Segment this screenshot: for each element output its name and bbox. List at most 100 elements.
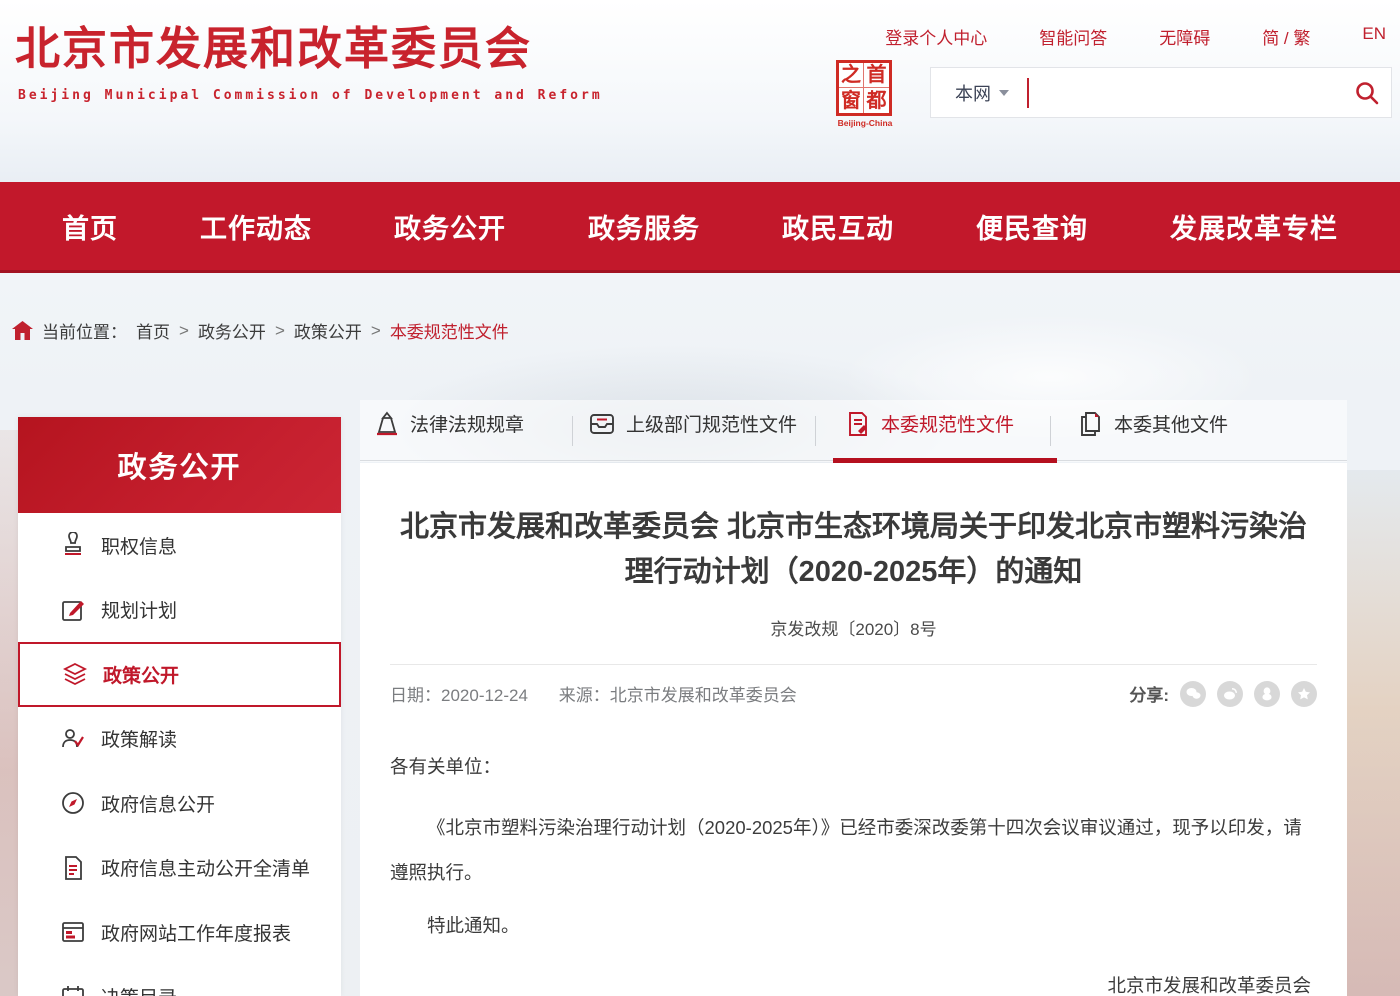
beijing-china-seal-logo: 之 首 窗 都 Beijing-China <box>836 60 894 128</box>
documents-copy-icon <box>1078 411 1104 437</box>
article-date: 日期：2020-12-24 <box>390 686 528 705</box>
background-right-image <box>1344 470 1400 996</box>
document-pen-icon <box>845 411 871 437</box>
share-qq-icon[interactable] <box>1254 681 1280 707</box>
search-bar: 本网 <box>930 67 1392 118</box>
search-input[interactable] <box>1029 73 1343 113</box>
sidebar-item-label: 政策解读 <box>101 725 177 752</box>
tab-laws-regulations[interactable]: 法律法规规章 <box>374 410 524 437</box>
article-title: 北京市发展和改革委员会 北京市生态环境局关于印发北京市塑料污染治理行动计划（20… <box>399 505 1309 595</box>
sidebar-item-label: 政府信息公开 <box>101 790 215 817</box>
article-paragraph: 特此通知。 <box>390 912 1317 938</box>
breadcrumb-separator: > <box>371 321 381 341</box>
search-scope-dropdown[interactable]: 本网 <box>931 80 1027 106</box>
report-icon <box>60 919 86 945</box>
article-paragraph: 《北京市塑料污染治理行动计划（2020-2025年）》已经市委深改委第十四次会议… <box>390 805 1317 896</box>
sidebar-item-label: 政策公开 <box>103 661 179 688</box>
smart-qa-link[interactable]: 智能问答 <box>1039 24 1107 49</box>
article-source: 来源：北京市发展和改革委员会 <box>559 686 797 705</box>
sidebar-item-label: 政府信息主动公开全清单 <box>101 854 310 881</box>
share-wechat-icon[interactable] <box>1180 681 1206 707</box>
simplified-traditional-link[interactable]: 简 / 繁 <box>1262 24 1310 49</box>
person-check-icon <box>60 726 86 752</box>
home-icon <box>12 321 33 340</box>
article-signature: 北京市发展和改革委员会 <box>390 972 1317 996</box>
site-logo-title: 北京市发展和改革委员会 <box>15 12 532 77</box>
seal-char: 窗 <box>839 88 864 113</box>
breadcrumb-label: 当前位置： <box>42 318 127 343</box>
document-icon <box>60 855 86 881</box>
sidebar-item-policy-open[interactable]: 政策公开 <box>18 642 341 707</box>
share-weibo-icon[interactable] <box>1217 681 1243 707</box>
tab-superior-normative-docs[interactable]: 上级部门规范性文件 <box>588 410 797 437</box>
seal-char: 首 <box>864 63 889 88</box>
tab-label: 本委规范性文件 <box>881 410 1014 437</box>
sidebar-item-website-annual-report[interactable]: 政府网站工作年度报表 <box>18 900 341 965</box>
main-content: 法律法规规章 上级部门规范性文件 本委规范性文件 <box>360 400 1347 996</box>
sidebar-item-label: 决策目录 <box>101 983 177 996</box>
sidebar-item-decision-directory[interactable]: 决策目录 <box>18 965 341 996</box>
sidebar-item-label: 职权信息 <box>101 532 177 559</box>
top-utility-links: 登录个人中心 智能问答 无障碍 简 / 繁 EN <box>885 24 1386 49</box>
sidebar-item-gov-info-disclosure[interactable]: 政府信息公开 <box>18 771 341 836</box>
tab-divider <box>1050 416 1051 446</box>
share-favorite-icon[interactable] <box>1291 681 1317 707</box>
sidebar-item-policy-interpretation[interactable]: 政策解读 <box>18 707 341 772</box>
article-panel: 北京市发展和改革委员会 北京市生态环境局关于印发北京市塑料污染治理行动计划（20… <box>360 463 1347 996</box>
breadcrumb-separator: > <box>275 321 285 341</box>
seal-char: 都 <box>864 88 889 113</box>
nav-item-work-news[interactable]: 工作动态 <box>200 207 312 246</box>
nav-item-government-affairs[interactable]: 政务公开 <box>394 207 506 246</box>
english-link[interactable]: EN <box>1362 24 1386 49</box>
tab-label: 本委其他文件 <box>1114 410 1228 437</box>
tab-commission-other-docs[interactable]: 本委其他文件 <box>1078 410 1228 437</box>
compass-icon <box>60 790 86 816</box>
tab-label: 上级部门规范性文件 <box>626 410 797 437</box>
meta-divider <box>390 664 1317 665</box>
document-type-tabs: 法律法规规章 上级部门规范性文件 本委规范性文件 <box>360 400 1347 462</box>
nav-item-government-services[interactable]: 政务服务 <box>588 207 700 246</box>
tab-label: 法律法规规章 <box>410 410 524 437</box>
nav-item-convenient-inquiry[interactable]: 便民查询 <box>976 207 1088 246</box>
nav-item-home[interactable]: 首页 <box>62 207 118 246</box>
seal-caption: Beijing-China <box>836 118 894 128</box>
sidebar-item-planning[interactable]: 规划计划 <box>18 578 341 643</box>
sidebar-title: 政务公开 <box>18 417 341 513</box>
breadcrumb-separator: > <box>179 321 189 341</box>
accessibility-link[interactable]: 无障碍 <box>1159 24 1210 49</box>
inbox-icon <box>588 411 616 437</box>
site-header: 北京市发展和改革委员会 Beijing Municipal Commission… <box>0 0 1400 182</box>
breadcrumb-home[interactable]: 首页 <box>136 318 170 343</box>
sidebar-item-authority-info[interactable]: 职权信息 <box>18 513 341 578</box>
sidebar: 政务公开 职权信息 规划计划 政策公开 <box>18 417 341 996</box>
main-navigation: 首页 工作动态 政务公开 政务服务 政民互动 便民查询 发展改革专栏 <box>0 182 1400 273</box>
sidebar-item-label: 规划计划 <box>101 596 177 623</box>
chevron-down-icon <box>999 90 1009 96</box>
sidebar-item-proactive-disclosure-list[interactable]: 政府信息主动公开全清单 <box>18 836 341 901</box>
document-number: 京发改规〔2020〕8号 <box>360 615 1347 640</box>
seal-icon: 之 首 窗 都 <box>836 60 892 116</box>
seal-char: 之 <box>839 63 864 88</box>
article-salutation: 各有关单位： <box>390 753 1317 779</box>
article-meta: 日期：2020-12-24 来源：北京市发展和改革委员会 <box>390 681 797 706</box>
login-personal-center-link[interactable]: 登录个人中心 <box>885 24 987 49</box>
breadcrumb-gov-affairs[interactable]: 政务公开 <box>198 318 266 343</box>
edit-icon <box>60 597 86 623</box>
site-logo-subtitle: Beijing Municipal Commission of Developm… <box>18 88 603 103</box>
sidebar-item-label: 政府网站工作年度报表 <box>101 919 291 946</box>
page: 北京市发展和改革委员会 Beijing Municipal Commission… <box>0 0 1400 996</box>
breadcrumb-current[interactable]: 本委规范性文件 <box>390 318 509 343</box>
article-body: 各有关单位： 《北京市塑料污染治理行动计划（2020-2025年）》已经市委深改… <box>390 753 1317 996</box>
nav-item-public-interaction[interactable]: 政民互动 <box>782 207 894 246</box>
share-bar: 分享: <box>1129 681 1317 707</box>
article-meta-row: 日期：2020-12-24 来源：北京市发展和改革委员会 分享: <box>390 681 1317 707</box>
nav-item-reform-special-column[interactable]: 发展改革专栏 <box>1170 207 1338 246</box>
breadcrumb: 当前位置： 首页 > 政务公开 > 政策公开 > 本委规范性文件 <box>12 318 509 343</box>
tab-commission-normative-docs[interactable]: 本委规范性文件 <box>845 410 1014 437</box>
layers-icon <box>62 661 88 687</box>
calendar-icon <box>60 984 86 996</box>
search-icon <box>1354 80 1380 106</box>
search-scope-label: 本网 <box>955 80 991 106</box>
breadcrumb-policy-open[interactable]: 政策公开 <box>294 318 362 343</box>
search-button[interactable] <box>1343 69 1391 117</box>
